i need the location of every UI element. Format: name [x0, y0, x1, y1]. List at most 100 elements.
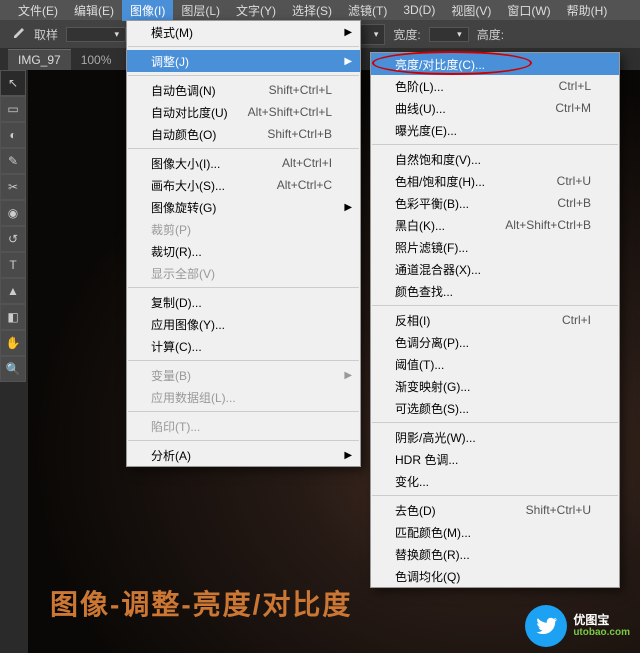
menu-item: 变量(B)▶ — [127, 364, 360, 386]
tool-6[interactable]: ↺ — [1, 227, 25, 251]
eyedropper-icon — [10, 26, 26, 42]
menubar: 文件(E)编辑(E)图像(I)图层(L)文字(Y)选择(S)滤镜(T)3D(D)… — [0, 0, 640, 20]
tool-10[interactable]: ✋ — [1, 331, 25, 355]
annotation-caption: 图像-调整-亮度/对比度 — [50, 583, 352, 623]
menu-item[interactable]: HDR 色调... — [371, 448, 619, 470]
tool-0[interactable]: ↖ — [1, 71, 25, 95]
menu-帮助[interactable]: 帮助(H) — [559, 0, 616, 21]
menu-item[interactable]: 通道混合器(X)... — [371, 258, 619, 280]
menu-文字[interactable]: 文字(Y) — [228, 0, 284, 21]
zoom-level: 100% — [71, 50, 122, 70]
menu-item[interactable]: 自动色调(N) Shift+Ctrl+L — [127, 79, 360, 101]
menu-item[interactable]: 反相(I)Ctrl+I — [371, 309, 619, 331]
tool-4[interactable]: ✂ — [1, 175, 25, 199]
menu-item: 陷印(T)... — [127, 415, 360, 437]
menu-item[interactable]: 曲线(U)... Ctrl+M — [371, 97, 619, 119]
menu-item-label: 变量(B) — [151, 367, 332, 384]
width-field[interactable] — [429, 27, 469, 42]
menu-shortcut: Shift+Ctrl+L — [269, 83, 332, 97]
menu-item[interactable]: 自然饱和度(V)... — [371, 148, 619, 170]
menu-窗口[interactable]: 窗口(W) — [499, 0, 558, 21]
menu-item-label: 阈值(T)... — [395, 356, 591, 373]
menu-item: 应用数据组(L)... — [127, 386, 360, 408]
menu-item[interactable]: 替换颜色(R)... — [371, 543, 619, 565]
menu-item[interactable]: 匹配颜色(M)... — [371, 521, 619, 543]
tool-1[interactable]: ▭ — [1, 97, 25, 121]
watermark-url: utobao.com — [573, 627, 630, 638]
menu-item-label: 曲线(U)... — [395, 100, 535, 117]
menu-item[interactable]: 色调均化(Q) — [371, 565, 619, 587]
menu-3D[interactable]: 3D(D) — [395, 1, 443, 19]
menu-item[interactable]: 阈值(T)... — [371, 353, 619, 375]
menu-shortcut: Alt+Ctrl+I — [282, 156, 332, 170]
menu-item[interactable]: 可选颜色(S)... — [371, 397, 619, 419]
menu-item-label: 模式(M) — [151, 24, 332, 41]
menu-item[interactable]: 曝光度(E)... — [371, 119, 619, 141]
submenu-arrow-icon: ▶ — [344, 56, 352, 67]
menu-item-label: 自动对比度(U) — [151, 104, 228, 121]
tool-11[interactable]: 🔍 — [1, 357, 25, 381]
menu-shortcut: Shift+Ctrl+U — [526, 503, 591, 517]
menu-item[interactable]: 模式(M)▶ — [127, 21, 360, 43]
menu-item[interactable]: 裁切(R)... — [127, 240, 360, 262]
document-tab[interactable]: IMG_97 — [8, 49, 71, 70]
menu-item[interactable]: 色彩平衡(B)...Ctrl+B — [371, 192, 619, 214]
adjustments-submenu: 亮度/对比度(C)...色阶(L)...Ctrl+L 曲线(U)... Ctrl+M… — [370, 52, 620, 588]
menu-item: 显示全部(V) — [127, 262, 360, 284]
watermark-name: 优图宝 — [573, 614, 630, 627]
menu-item[interactable]: 阴影/高光(W)... — [371, 426, 619, 448]
tool-3[interactable]: ✎ — [1, 149, 25, 173]
tool-8[interactable]: ▲ — [1, 279, 25, 303]
menu-图像[interactable]: 图像(I) — [122, 0, 173, 21]
menu-item[interactable]: 照片滤镜(F)... — [371, 236, 619, 258]
sample-dropdown[interactable] — [66, 27, 126, 42]
menu-item-label: 照片滤镜(F)... — [395, 239, 591, 256]
menu-item[interactable]: 复制(D)... — [127, 291, 360, 313]
menu-item[interactable]: 应用图像(Y)... — [127, 313, 360, 335]
menu-item-label: 色阶(L)... — [395, 78, 539, 95]
menu-item-label: 自动色调(N) — [151, 82, 249, 99]
height-label: 高度: — [477, 26, 504, 43]
menu-item[interactable]: 亮度/对比度(C)... — [371, 53, 619, 75]
twitter-icon — [525, 605, 567, 647]
tools-panel: ↖▭◐✎✂◉↺T▲◧✋🔍 — [0, 70, 26, 382]
menu-item[interactable]: 色相/饱和度(H)...Ctrl+U — [371, 170, 619, 192]
menu-item-label: 变化... — [395, 473, 591, 490]
menu-item-label: 应用图像(Y)... — [151, 316, 332, 333]
menu-item[interactable]: 渐变映射(G)... — [371, 375, 619, 397]
tool-9[interactable]: ◧ — [1, 305, 25, 329]
menu-选择[interactable]: 选择(S) — [284, 0, 340, 21]
menu-滤镜[interactable]: 滤镜(T) — [340, 0, 395, 21]
menu-item[interactable]: 去色(D)Shift+Ctrl+U — [371, 499, 619, 521]
submenu-arrow-icon: ▶ — [344, 202, 352, 213]
menu-item[interactable]: 调整(J)▶ — [127, 50, 360, 72]
menu-item[interactable]: 自动对比度(U)Alt+Shift+Ctrl+L — [127, 101, 360, 123]
menu-shortcut: Ctrl+M — [555, 101, 591, 115]
menu-item: 裁剪(P) — [127, 218, 360, 240]
tool-2[interactable]: ◐ — [1, 123, 25, 147]
menu-图层[interactable]: 图层(L) — [173, 0, 228, 21]
menu-item-label: 反相(I) — [395, 312, 542, 329]
menu-item[interactable]: 图像旋转(G) ▶ — [127, 196, 360, 218]
tool-5[interactable]: ◉ — [1, 201, 25, 225]
menu-item-label: 色调分离(P)... — [395, 334, 591, 351]
menu-item[interactable]: 变化... — [371, 470, 619, 492]
menu-视图[interactable]: 视图(V) — [443, 0, 499, 21]
menu-shortcut: Ctrl+B — [557, 196, 591, 210]
menu-item-label: 黑白(K)... — [395, 217, 485, 234]
menu-item-label: 复制(D)... — [151, 294, 332, 311]
menu-编辑[interactable]: 编辑(E) — [66, 0, 122, 21]
menu-item[interactable]: 黑白(K)...Alt+Shift+Ctrl+B — [371, 214, 619, 236]
menu-item[interactable]: 计算(C)... — [127, 335, 360, 357]
menu-item[interactable]: 图像大小(I)...Alt+Ctrl+I — [127, 152, 360, 174]
menu-item-label: 图像旋转(G) — [151, 199, 332, 216]
menu-item[interactable]: 自动颜色(O)Shift+Ctrl+B — [127, 123, 360, 145]
menu-item-label: 通道混合器(X)... — [395, 261, 591, 278]
menu-item[interactable]: 分析(A)▶ — [127, 444, 360, 466]
menu-item[interactable]: 画布大小(S)...Alt+Ctrl+C — [127, 174, 360, 196]
menu-item[interactable]: 颜色查找... — [371, 280, 619, 302]
menu-文件[interactable]: 文件(E) — [10, 0, 66, 21]
menu-item[interactable]: 色阶(L)...Ctrl+L — [371, 75, 619, 97]
menu-item[interactable]: 色调分离(P)... — [371, 331, 619, 353]
tool-7[interactable]: T — [1, 253, 25, 277]
